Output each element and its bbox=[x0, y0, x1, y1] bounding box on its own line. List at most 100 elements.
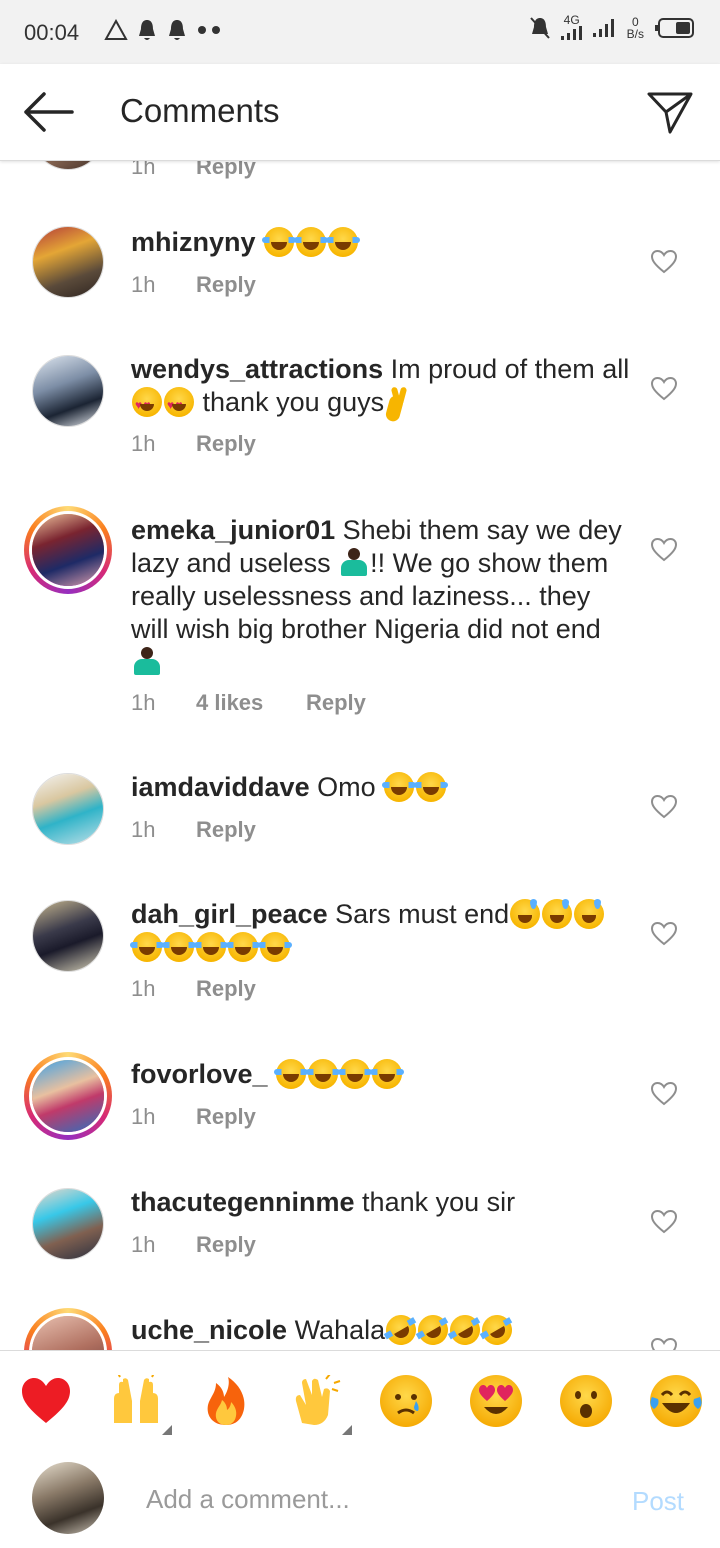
comment-time: 1h bbox=[131, 160, 156, 179]
notification-bell-icon bbox=[139, 20, 155, 40]
avatar[interactable] bbox=[32, 160, 104, 170]
tears-of-joy-icon bbox=[382, 772, 417, 802]
likes-count[interactable]: 4 likes bbox=[196, 690, 306, 716]
comment-time: 1h bbox=[131, 1104, 156, 1129]
grinning-sweat-icon bbox=[510, 899, 541, 929]
alert-triangle-icon bbox=[104, 19, 128, 40]
comment-username[interactable]: mhiznyny bbox=[131, 227, 256, 257]
like-heart-icon[interactable] bbox=[650, 1080, 678, 1108]
signal-icon bbox=[592, 19, 614, 37]
crying-face-icon[interactable] bbox=[380, 1375, 432, 1427]
comment-input[interactable] bbox=[144, 1480, 608, 1518]
like-heart-icon[interactable] bbox=[650, 248, 678, 276]
comment-composer: Post bbox=[0, 1446, 720, 1548]
fire-icon[interactable] bbox=[200, 1375, 252, 1427]
battery-icon bbox=[655, 18, 694, 38]
tears-of-joy-icon bbox=[326, 227, 361, 257]
tears-of-joy-icon bbox=[258, 932, 292, 962]
back-arrow-icon[interactable] bbox=[22, 90, 76, 134]
network-type: 4G bbox=[563, 13, 580, 27]
surprised-face-icon[interactable] bbox=[560, 1375, 612, 1427]
rolling-laughing-icon bbox=[476, 1309, 518, 1350]
tears-of-joy-icon bbox=[370, 1059, 405, 1089]
like-heart-icon[interactable] bbox=[650, 536, 678, 564]
reply-link[interactable]: Reply bbox=[196, 1232, 256, 1258]
heart-eyes-icon[interactable] bbox=[470, 1375, 522, 1427]
comment-username[interactable]: dah_girl_peace bbox=[131, 899, 328, 929]
avatar[interactable] bbox=[24, 1052, 112, 1140]
bell-muted-icon bbox=[529, 17, 550, 39]
tears-of-joy-icon bbox=[306, 1059, 341, 1089]
like-heart-icon[interactable] bbox=[650, 793, 678, 821]
avatar[interactable] bbox=[24, 1308, 112, 1350]
tears-of-joy-icon bbox=[274, 1059, 309, 1089]
status-bar: 00:04 4G 0 B/s bbox=[0, 0, 720, 64]
comment-text: thank you sir bbox=[362, 1187, 516, 1217]
avatar[interactable] bbox=[32, 900, 104, 972]
comment-username[interactable]: iamdaviddave bbox=[131, 772, 310, 802]
comment-time: 1h bbox=[131, 976, 156, 1001]
comment-time: 1h bbox=[131, 1232, 156, 1257]
shrug-icon bbox=[339, 548, 369, 578]
victory-hand-icon bbox=[385, 387, 415, 417]
avatar[interactable] bbox=[32, 355, 104, 427]
comment-time: 1h bbox=[131, 431, 156, 456]
tears-of-joy-icon bbox=[262, 227, 297, 257]
clapping-hands-icon[interactable] bbox=[290, 1373, 352, 1435]
grinning-sweat-icon bbox=[574, 899, 605, 929]
like-heart-icon[interactable] bbox=[650, 1336, 678, 1350]
tears-of-joy-icon bbox=[294, 227, 329, 257]
avatar[interactable] bbox=[32, 773, 104, 845]
red-heart-icon[interactable] bbox=[20, 1375, 72, 1427]
data-speed-unit: B/s bbox=[626, 27, 644, 41]
rolling-laughing-icon bbox=[412, 1309, 454, 1350]
status-time: 00:04 bbox=[24, 20, 80, 45]
reply-link[interactable]: Reply bbox=[196, 272, 256, 298]
reply-link[interactable]: Reply bbox=[306, 690, 366, 716]
avatar[interactable] bbox=[24, 506, 112, 594]
comment-username[interactable]: emeka_junior01 bbox=[131, 515, 335, 545]
comment-text: Omo bbox=[317, 772, 376, 802]
comments-list[interactable]: 1h Reply mhiznyny 1h Reply wendys_attrac… bbox=[0, 160, 720, 1350]
comment-time: 1h bbox=[131, 817, 156, 842]
avatar[interactable] bbox=[32, 226, 104, 298]
my-avatar bbox=[32, 1462, 104, 1534]
comment-text: Im proud of them all bbox=[390, 354, 630, 384]
comment-username[interactable]: thacutegenninme bbox=[131, 1187, 355, 1217]
quick-reactions-bar bbox=[0, 1350, 720, 1448]
reply-link[interactable]: Reply bbox=[196, 431, 256, 457]
tears-of-joy-icon bbox=[226, 932, 260, 962]
grinning-sweat-icon bbox=[542, 899, 573, 929]
reply-link[interactable]: Reply bbox=[196, 976, 256, 1002]
comment-username[interactable]: wendys_attractions bbox=[131, 354, 383, 384]
signal-icon bbox=[560, 26, 582, 40]
comment-text: Sars must end bbox=[335, 899, 510, 929]
like-heart-icon[interactable] bbox=[650, 375, 678, 403]
comments-header: Comments bbox=[0, 64, 720, 161]
rolling-laughing-icon bbox=[380, 1309, 422, 1350]
rolling-laughing-icon bbox=[444, 1309, 486, 1350]
comment-text: thank you guys bbox=[202, 387, 385, 417]
raised-hands-icon[interactable] bbox=[110, 1371, 172, 1435]
reply-link[interactable]: Reply bbox=[196, 160, 256, 180]
shrug-icon bbox=[132, 647, 162, 677]
post-button[interactable]: Post bbox=[632, 1486, 684, 1517]
send-direct-icon[interactable] bbox=[646, 88, 694, 136]
comment-time: 1h bbox=[131, 272, 156, 297]
comment-username[interactable]: fovorlove_ bbox=[131, 1059, 268, 1089]
reply-link[interactable]: Reply bbox=[196, 817, 256, 843]
heart-eyes-icon bbox=[132, 387, 162, 422]
heart-eyes-icon bbox=[164, 387, 194, 422]
tears-of-joy-icon[interactable] bbox=[650, 1375, 702, 1427]
more-dots-icon bbox=[198, 26, 220, 34]
comment-time: 1h bbox=[131, 690, 156, 715]
comment-text: Wahala bbox=[294, 1315, 386, 1345]
reply-link[interactable]: Reply bbox=[196, 1104, 256, 1130]
avatar[interactable] bbox=[32, 1188, 104, 1260]
comment-username[interactable]: uche_nicole bbox=[131, 1315, 287, 1345]
page-title: Comments bbox=[120, 92, 280, 129]
like-heart-icon[interactable] bbox=[650, 1208, 678, 1236]
tears-of-joy-icon bbox=[162, 932, 196, 962]
tears-of-joy-icon bbox=[414, 772, 449, 802]
like-heart-icon[interactable] bbox=[650, 920, 678, 948]
